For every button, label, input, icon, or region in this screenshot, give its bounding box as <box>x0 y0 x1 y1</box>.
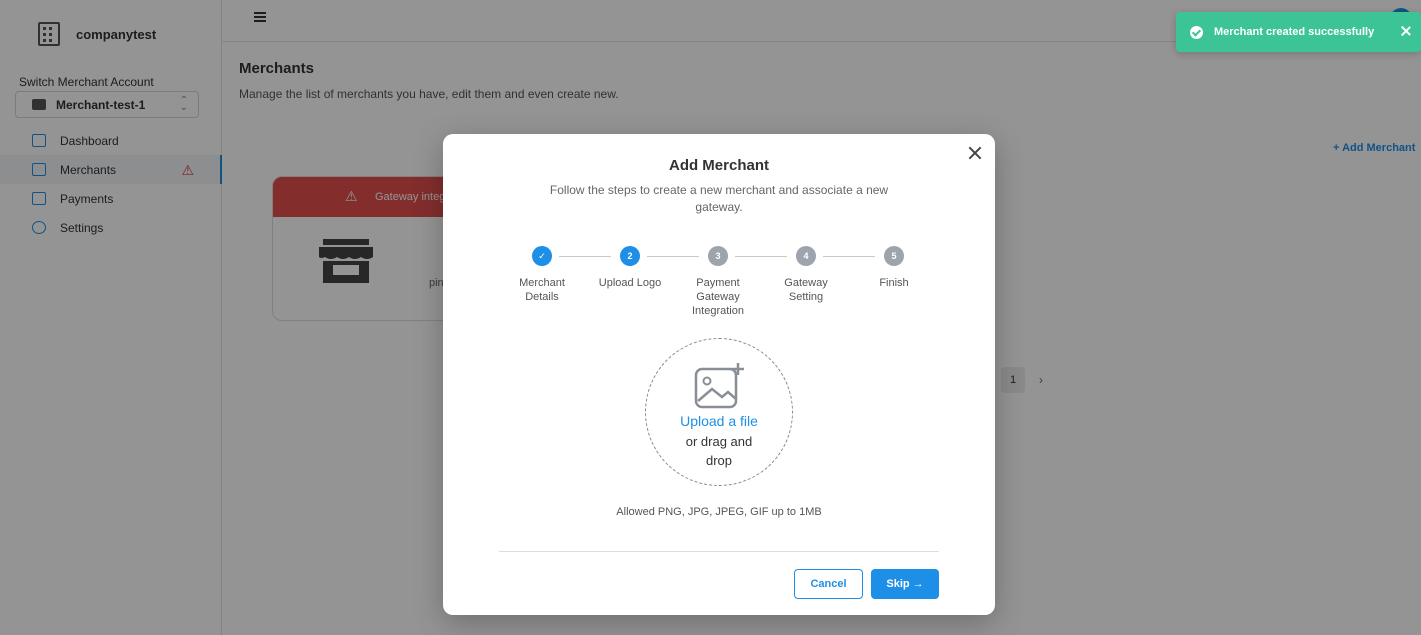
image-upload-icon <box>694 363 744 409</box>
modal-description: Follow the steps to create a new merchan… <box>549 183 889 214</box>
skip-label: Skip <box>886 578 910 590</box>
success-toast: Merchant created successfully <box>1176 12 1421 52</box>
close-icon[interactable] <box>1400 25 1412 37</box>
check-icon: ✓ <box>532 246 552 266</box>
skip-button[interactable]: Skip → <box>871 569 939 599</box>
cancel-button[interactable]: Cancel <box>794 569 863 599</box>
step-label: Merchant Details <box>519 277 565 303</box>
step-number: 2 <box>620 246 640 266</box>
arrow-right-icon: → <box>912 578 924 590</box>
upload-file-link[interactable]: Upload a file <box>646 413 792 429</box>
add-merchant-modal: Add Merchant Follow the steps to create … <box>443 134 995 615</box>
allowed-formats-text: Allowed PNG, JPG, JPEG, GIF up to 1MB <box>616 506 822 518</box>
step-upload-logo: 2 Upload Logo <box>590 246 670 290</box>
step-label: Payment Gateway Integration <box>692 277 744 317</box>
check-circle-icon <box>1190 25 1203 39</box>
step-gateway-setting: 4 Gateway Setting <box>766 246 846 304</box>
step-label: Finish <box>879 277 909 289</box>
step-number: 5 <box>884 246 904 266</box>
divider <box>499 551 939 552</box>
step-payment-gateway-integration: 3 Payment Gateway Integration <box>678 246 758 318</box>
step-merchant-details: ✓ Merchant Details <box>502 246 582 304</box>
step-label: Gateway Setting <box>784 277 828 303</box>
step-label: Upload Logo <box>598 277 662 289</box>
step-finish: 5 Finish <box>854 246 934 290</box>
step-number: 4 <box>796 246 816 266</box>
modal-title: Add Merchant <box>668 157 769 174</box>
drag-drop-hint: or drag and drop <box>685 434 753 468</box>
step-number: 3 <box>708 246 728 266</box>
logo-dropzone[interactable]: Upload a file or drag and drop <box>645 338 793 486</box>
stepper: ✓ Merchant Details 2 Upload Logo 3 Payme… <box>509 246 929 318</box>
toast-message: Merchant created successfully <box>1214 26 1375 38</box>
